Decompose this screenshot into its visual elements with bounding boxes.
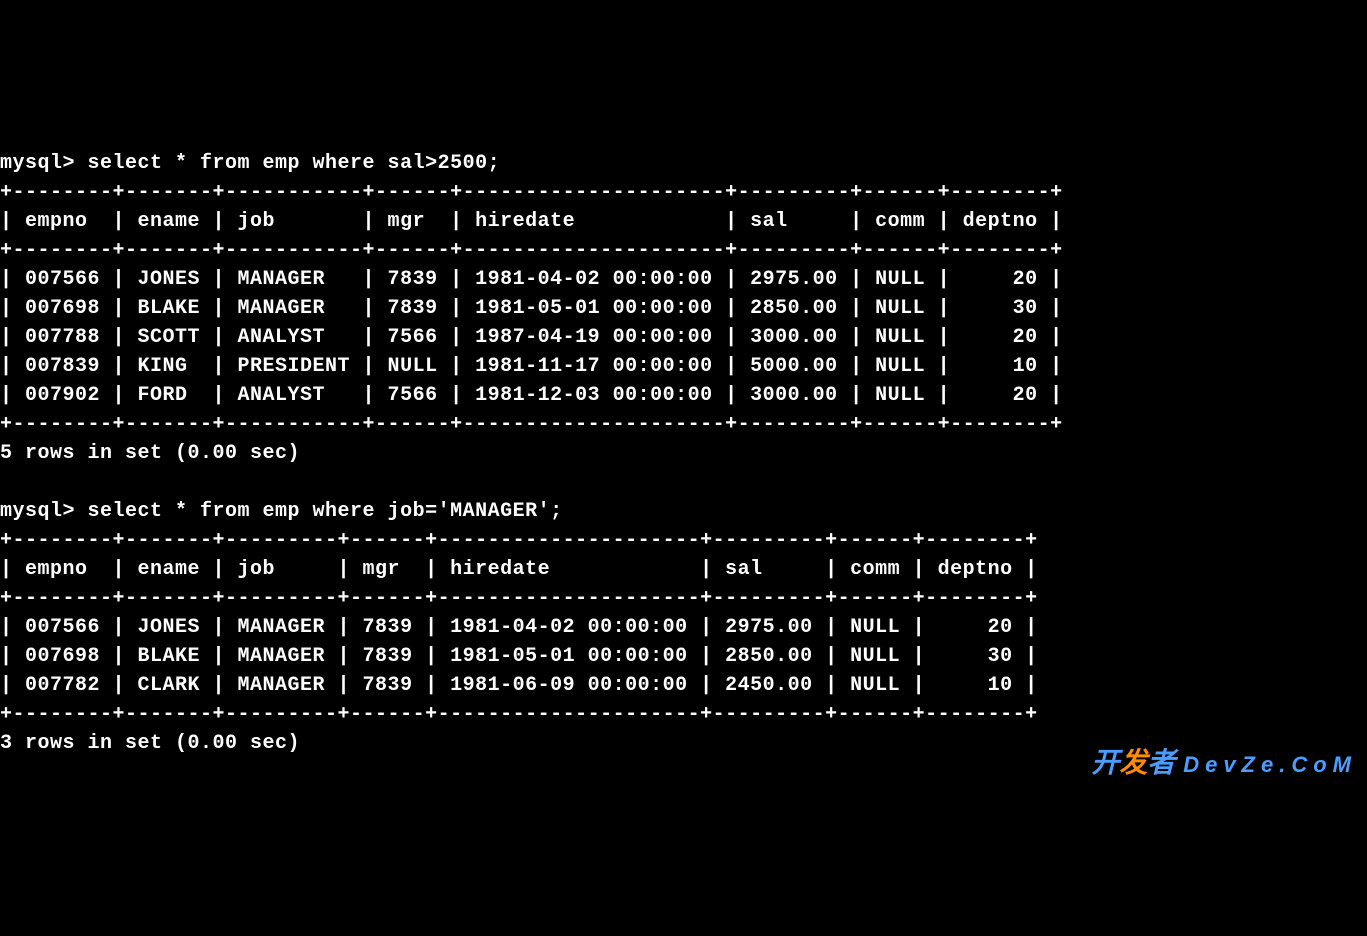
mysql-prompt-line[interactable]: mysql> select * from emp where sal>2500; [0, 152, 500, 175]
table-separator: +--------+-------+---------+------+-----… [0, 529, 1038, 552]
table-row: | 007839 | KING | PRESIDENT | NULL | 198… [0, 355, 1063, 378]
table-row: | 007566 | JONES | MANAGER | 7839 | 1981… [0, 268, 1063, 291]
mysql-prompt-line[interactable]: mysql> select * from emp where job='MANA… [0, 500, 563, 523]
table-separator: +--------+-------+---------+------+-----… [0, 703, 1038, 726]
terminal-output: mysql> select * from emp where sal>2500;… [0, 120, 1367, 787]
table-separator: +--------+-------+---------+------+-----… [0, 587, 1038, 610]
table-row: | 007566 | JONES | MANAGER | 7839 | 1981… [0, 616, 1038, 639]
table-row: | 007782 | CLARK | MANAGER | 7839 | 1981… [0, 674, 1038, 697]
result-footer: 5 rows in set (0.00 sec) [0, 442, 300, 465]
table-row: | 007698 | BLAKE | MANAGER | 7839 | 1981… [0, 297, 1063, 320]
table-separator: +--------+-------+-----------+------+---… [0, 181, 1063, 204]
table-header-row: | empno | ename | job | mgr | hiredate |… [0, 558, 1038, 581]
table-separator: +--------+-------+-----------+------+---… [0, 239, 1063, 262]
table-separator: +--------+-------+-----------+------+---… [0, 413, 1063, 436]
table-row: | 007698 | BLAKE | MANAGER | 7839 | 1981… [0, 645, 1038, 668]
table-row: | 007788 | SCOTT | ANALYST | 7566 | 1987… [0, 326, 1063, 349]
result-footer: 3 rows in set (0.00 sec) [0, 732, 300, 755]
table-row: | 007902 | FORD | ANALYST | 7566 | 1981-… [0, 384, 1063, 407]
watermark-logo: 开发者 DevZe.CoM [1091, 748, 1357, 779]
table-header-row: | empno | ename | job | mgr | hiredate |… [0, 210, 1063, 233]
